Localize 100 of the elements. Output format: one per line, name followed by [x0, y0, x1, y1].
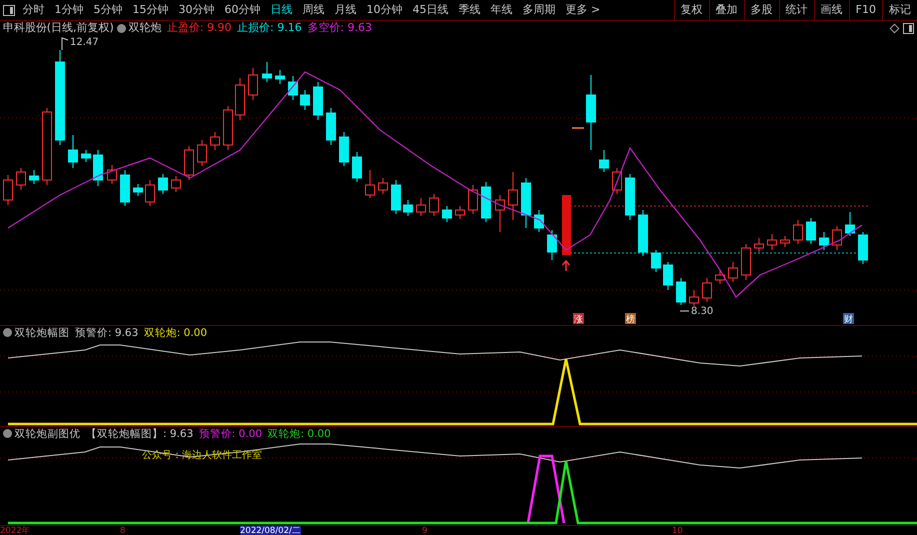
candlestick: [197, 140, 207, 166]
candlestick: [93, 150, 103, 186]
legend-value: 止损价: 9.16: [237, 21, 302, 35]
candlestick: [612, 168, 622, 194]
legend-value: 双轮炮: 0.00: [268, 426, 331, 440]
period-tab[interactable]: 月线: [330, 0, 362, 20]
candlestick: [145, 180, 155, 206]
axis-label: 8: [120, 526, 126, 535]
period-tab[interactable]: 30分钟: [174, 0, 220, 20]
candlestick: [326, 108, 336, 146]
axis-label: 9: [422, 526, 428, 535]
dropdown-icon[interactable]: [2, 328, 12, 337]
panel-title: 双轮炮幅图: [14, 326, 70, 340]
chart-title: 申科股份(日线,前复权): [2, 21, 114, 35]
candlestick: [663, 262, 673, 290]
period-tab[interactable]: 周线: [298, 0, 330, 20]
candlestick: [754, 238, 764, 252]
period-tab[interactable]: 10分钟: [362, 0, 408, 20]
event-badge[interactable]: 涨: [573, 313, 584, 325]
period-tab[interactable]: 日线: [266, 0, 298, 20]
legend-value: 止盈价: 9.90: [166, 21, 232, 35]
legend-value: 【双轮炮幅图】: 9.63: [86, 426, 194, 440]
price-label: 8.30: [691, 306, 714, 317]
candlestick: [780, 236, 790, 248]
candlestick: [455, 206, 465, 220]
candlestick: [107, 164, 117, 184]
candlestick: [223, 106, 233, 150]
panel-toggle-icon[interactable]: [903, 22, 914, 34]
period-tab[interactable]: 季线: [454, 0, 486, 20]
candlestick: [599, 150, 609, 172]
candlestick: [365, 170, 375, 198]
candlestick: [403, 200, 413, 216]
event-badge[interactable]: 榜: [625, 313, 636, 325]
candlestick: [858, 232, 868, 264]
candlestick: [715, 270, 725, 284]
panel-title: 双轮炮副图优: [14, 426, 80, 440]
candlestick: [133, 184, 143, 196]
candlestick: [300, 90, 310, 110]
candlestick: [832, 226, 842, 250]
candlestick: [81, 150, 91, 162]
candlestick: [534, 210, 544, 232]
axis-label: 2022/08/02/二: [240, 526, 301, 535]
indicator-name: 双轮炮: [128, 21, 162, 35]
candlestick: [158, 174, 168, 194]
candlestick: [442, 206, 452, 222]
candlestick: [3, 174, 13, 206]
period-tab[interactable]: 45日线: [408, 0, 454, 20]
candlestick: [547, 230, 557, 260]
candlestick: [741, 244, 751, 280]
candlestick: [508, 172, 518, 220]
candlestick: [352, 152, 362, 182]
period-tab[interactable]: 分时: [18, 0, 50, 20]
candlestick: [339, 132, 349, 166]
candlestick: [120, 170, 130, 206]
candlestick: [210, 132, 220, 150]
period-tab[interactable]: 多周期: [518, 0, 560, 20]
price-label: 12.47: [70, 37, 99, 48]
candlestick: [728, 262, 738, 282]
candlestick: [495, 194, 505, 232]
up-arrow-icon: [562, 260, 570, 271]
candlestick: [235, 78, 245, 120]
candlestick: [68, 134, 78, 168]
candlestick: [468, 184, 478, 214]
candlestick: [572, 127, 584, 129]
candlestick: [248, 68, 258, 100]
candlestick: [676, 278, 686, 306]
period-tab[interactable]: 5分钟: [88, 0, 128, 20]
candlestick: [806, 218, 816, 244]
candlestick: [767, 234, 777, 250]
more-menu[interactable]: 更多 >: [560, 0, 606, 20]
candlestick: [391, 180, 401, 214]
candlestick: [262, 62, 272, 82]
event-badge[interactable]: 财: [843, 313, 854, 325]
legend-value: 预警价: 0.00: [198, 426, 262, 440]
candlestick: [625, 174, 635, 220]
candlestick: [638, 210, 648, 256]
candlestick: [16, 168, 26, 190]
candlestick: [416, 198, 426, 216]
candlestick: [793, 220, 803, 244]
candlestick: [184, 146, 194, 180]
candlestick: [521, 178, 531, 228]
dropdown-icon[interactable]: [116, 24, 126, 32]
candlestick: [702, 278, 712, 302]
period-tab[interactable]: 60分钟: [220, 0, 266, 20]
panel-toggle-icon[interactable]: [2, 4, 15, 16]
candlestick: [819, 232, 829, 250]
leader-line: [62, 37, 68, 50]
candlestick: [378, 178, 388, 194]
signal-candlestick: [562, 195, 571, 255]
period-tab[interactable]: 15分钟: [128, 0, 174, 20]
candlestick: [481, 182, 491, 222]
candlestick: [171, 176, 181, 192]
period-tab[interactable]: 1分钟: [50, 0, 88, 20]
dropdown-icon[interactable]: [2, 429, 12, 438]
candlestick: [29, 170, 39, 184]
candlestick: [313, 82, 323, 120]
leader-line: [680, 310, 690, 312]
period-tab[interactable]: 年线: [486, 0, 518, 20]
legend-value: 双轮炮: 0.00: [144, 326, 208, 340]
candlestick: [689, 290, 699, 306]
